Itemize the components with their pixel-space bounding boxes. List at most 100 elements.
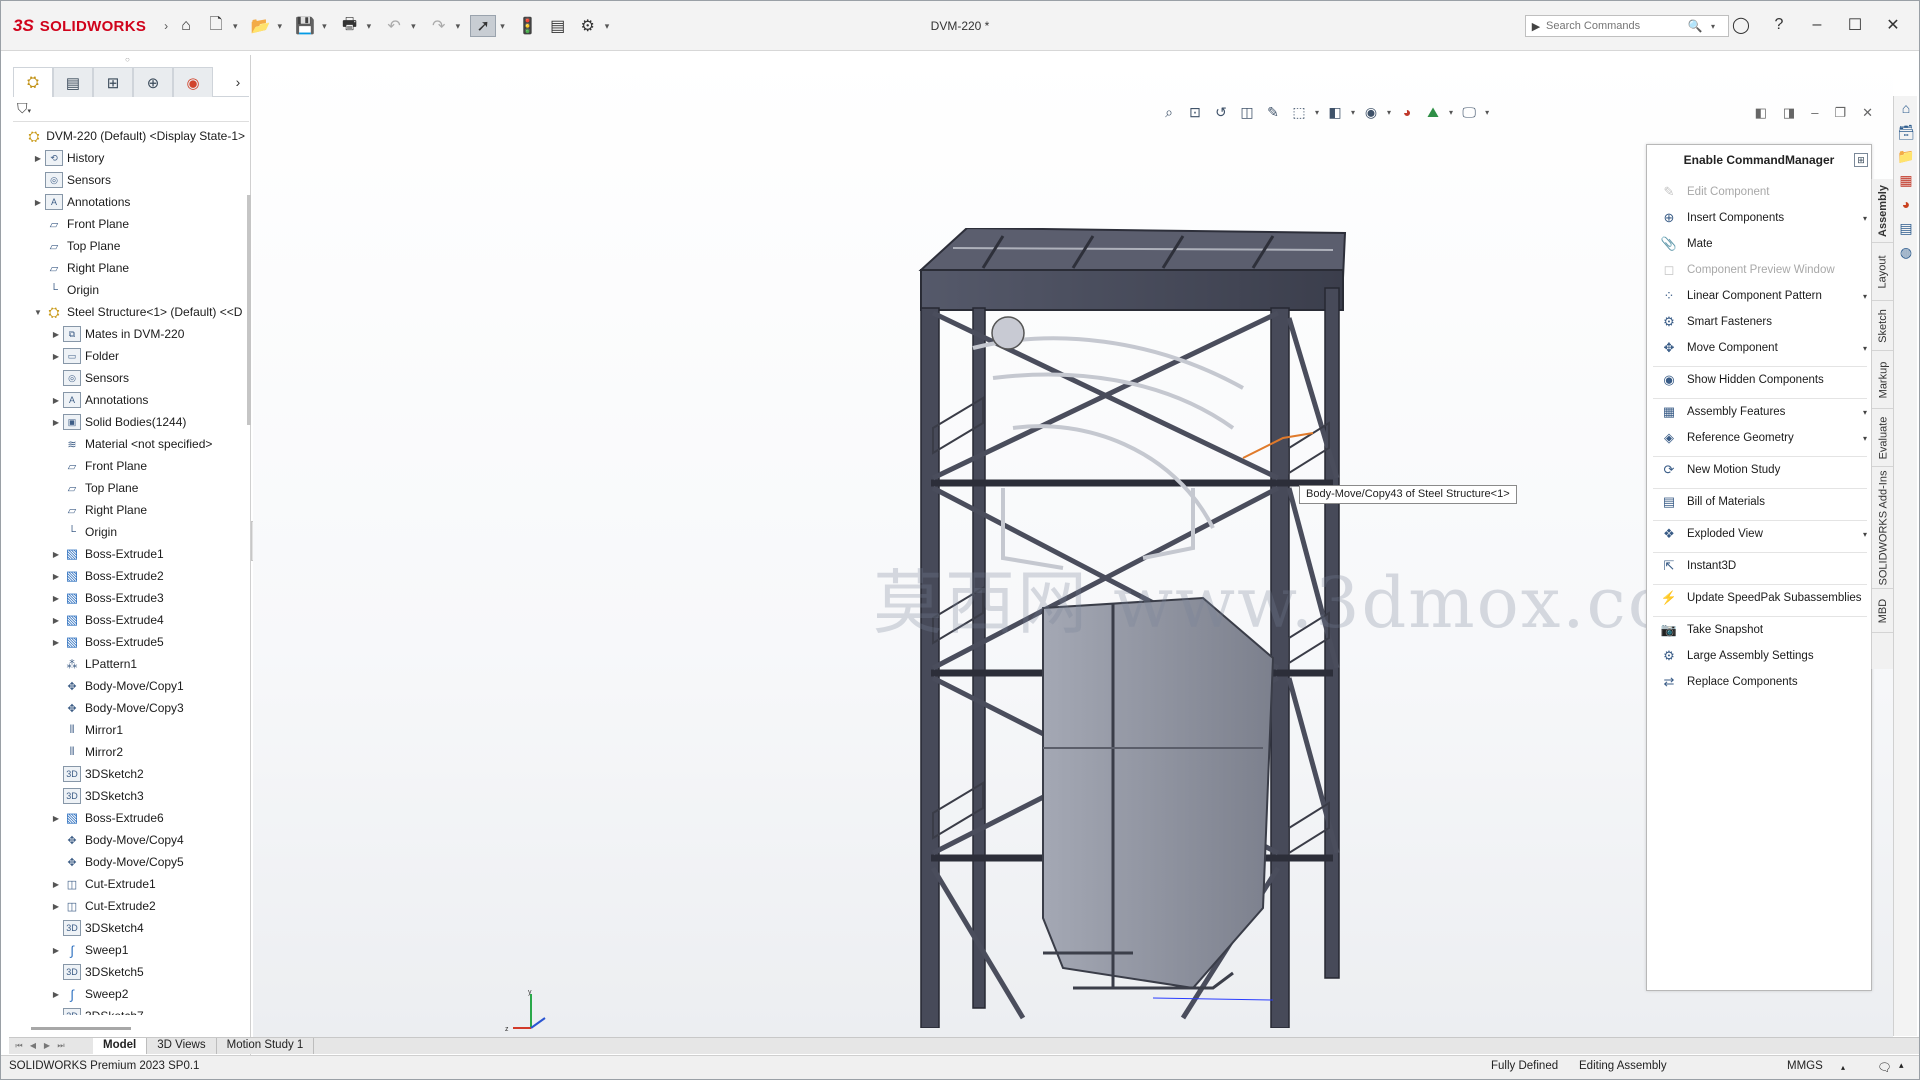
tree-item[interactable]: 3D 3DSketch2 bbox=[9, 763, 245, 785]
tab-evaluate[interactable]: Evaluate bbox=[1872, 409, 1894, 467]
tree-item[interactable]: ≋ Material <not specified> bbox=[9, 433, 245, 455]
tree-item[interactable]: ▱ Top Plane bbox=[9, 477, 245, 499]
tree-item[interactable]: ▶ ▧ Boss-Extrude2 bbox=[9, 565, 245, 587]
tab-sketch[interactable]: Sketch bbox=[1872, 301, 1894, 351]
tab-configuration-manager[interactable]: ⊞ bbox=[93, 67, 133, 97]
viewport-split-left-icon[interactable]: ◧ bbox=[1755, 105, 1767, 121]
open-dropdown-icon[interactable]: ▾ bbox=[278, 21, 283, 32]
tree-item[interactable]: 3D 3DSketch4 bbox=[9, 917, 245, 939]
design-library-icon[interactable]: 🗃 bbox=[1896, 122, 1916, 142]
command-instant3d[interactable]: ⇱ Instant3D bbox=[1653, 553, 1867, 579]
options-dropdown-icon[interactable]: ▾ bbox=[605, 21, 610, 32]
tab-dimxpert-manager[interactable]: ⊕ bbox=[133, 67, 173, 97]
prev-tab-icon[interactable]: ◀ bbox=[27, 1041, 39, 1051]
close-icon[interactable]: ✕ bbox=[1883, 15, 1903, 35]
tree-item[interactable]: ▶ A Annotations bbox=[9, 191, 245, 213]
minimize-icon[interactable]: – bbox=[1807, 16, 1827, 34]
tree-item[interactable]: ▶ ∫ Sweep2 bbox=[9, 983, 245, 1005]
expand-arrow-icon[interactable]: ▶ bbox=[49, 352, 63, 361]
next-tab-icon[interactable]: ▶ bbox=[41, 1041, 53, 1051]
expand-arrow-icon[interactable]: ▶ bbox=[31, 154, 45, 163]
expand-arrow-icon[interactable]: ▶ bbox=[49, 946, 63, 955]
undo-dropdown-icon[interactable]: ▾ bbox=[411, 21, 416, 32]
tree-item[interactable]: ▶ ▣ Solid Bodies(1244) bbox=[9, 411, 245, 433]
expand-arrow-icon[interactable]: ▶ bbox=[31, 198, 45, 207]
tab-model[interactable]: Model bbox=[93, 1038, 148, 1054]
hide-show-dropdown-icon[interactable]: ▾ bbox=[1387, 108, 1391, 117]
custom-properties-icon[interactable]: ▤ bbox=[1896, 218, 1916, 238]
tab-markup[interactable]: Markup bbox=[1872, 351, 1894, 409]
options-gear-icon[interactable]: ⚙ bbox=[575, 15, 601, 37]
tree-item[interactable]: ▶ ◫ Cut-Extrude1 bbox=[9, 873, 245, 895]
tab-layout[interactable]: Layout bbox=[1872, 243, 1894, 301]
filter-icon[interactable]: ⛉ bbox=[17, 100, 28, 116]
menu-expand-icon[interactable]: › bbox=[164, 19, 168, 33]
search-dropdown-icon[interactable]: ▾ bbox=[1704, 22, 1722, 31]
last-tab-icon[interactable]: ⏭ bbox=[55, 1041, 67, 1051]
command-reference-geometry[interactable]: ◈ Reference Geometry ▾ bbox=[1653, 425, 1867, 451]
search-type-icon[interactable]: ▶ bbox=[1526, 20, 1546, 33]
tree-item[interactable]: ▶ ▭ Folder bbox=[9, 345, 245, 367]
tree-item[interactable]: ✥ Body-Move/Copy3 bbox=[9, 697, 245, 719]
tree-item[interactable]: ⛭ DVM-220 (Default) <Display State-1> bbox=[9, 125, 245, 147]
command-dropdown-icon[interactable]: ▾ bbox=[1863, 434, 1867, 443]
view-orientation-icon[interactable]: ⬚ bbox=[1289, 102, 1309, 122]
tree-item[interactable]: ▶ ⧉ Mates in DVM-220 bbox=[9, 323, 245, 345]
tree-item[interactable]: ⁂ LPattern1 bbox=[9, 653, 245, 675]
open-folder-icon[interactable]: 📂 bbox=[248, 15, 274, 37]
tab-3d-views[interactable]: 3D Views bbox=[147, 1038, 217, 1054]
save-dropdown-icon[interactable]: ▾ bbox=[322, 21, 327, 32]
tree-item[interactable]: └ Origin bbox=[9, 279, 245, 301]
tree-item[interactable]: ◎ Sensors bbox=[9, 367, 245, 389]
command-smart-fasteners[interactable]: ⚙ Smart Fasteners bbox=[1653, 309, 1867, 335]
previous-view-icon[interactable]: ↺ bbox=[1211, 102, 1231, 122]
viewport-split-right-icon[interactable]: ◨ bbox=[1783, 105, 1795, 121]
tree-item[interactable]: ▼ ⛭ Steel Structure<1> (Default) <<D bbox=[9, 301, 245, 323]
command-move-component[interactable]: ✥ Move Component ▾ bbox=[1653, 335, 1867, 361]
more-tabs-chevron-icon[interactable]: › bbox=[227, 67, 249, 96]
apply-scene-dropdown-icon[interactable]: ▾ bbox=[1449, 108, 1453, 117]
view-settings-dropdown-icon[interactable]: ▾ bbox=[1485, 108, 1489, 117]
view-palette-icon[interactable]: ▦ bbox=[1896, 170, 1916, 190]
select-dropdown-icon[interactable]: ▾ bbox=[500, 21, 505, 32]
save-icon[interactable]: 💾 bbox=[292, 15, 318, 37]
command-replace-components[interactable]: ⇄ Replace Components bbox=[1653, 669, 1867, 695]
tree-item[interactable]: ▱ Front Plane bbox=[9, 213, 245, 235]
maximize-icon[interactable]: ☐ bbox=[1845, 15, 1865, 35]
expand-arrow-icon[interactable]: ▶ bbox=[49, 638, 63, 647]
command-show-hidden-components[interactable]: ◉ Show Hidden Components bbox=[1653, 367, 1867, 393]
tree-item[interactable]: ▶ ⟲ History bbox=[9, 147, 245, 169]
appearances-icon[interactable]: ◕ bbox=[1896, 194, 1916, 214]
command-large-assembly-settings[interactable]: ⚙ Large Assembly Settings bbox=[1653, 643, 1867, 669]
command-mate[interactable]: 📎 Mate bbox=[1653, 231, 1867, 257]
tree-item[interactable]: ▶ A Annotations bbox=[9, 389, 245, 411]
tree-item[interactable]: ▶ ▧ Boss-Extrude4 bbox=[9, 609, 245, 631]
tree-item[interactable]: ▶ ▧ Boss-Extrude3 bbox=[9, 587, 245, 609]
section-view-icon[interactable]: ◫ bbox=[1237, 102, 1257, 122]
viewport-restore-icon[interactable]: ❐ bbox=[1834, 105, 1846, 121]
print-icon[interactable]: 🖶 bbox=[337, 15, 363, 37]
tree-filter[interactable]: ⛉▾ bbox=[13, 100, 249, 122]
unit-system[interactable]: MMGS bbox=[1787, 1060, 1823, 1072]
filter-dropdown-icon[interactable]: ▾ bbox=[28, 108, 32, 115]
expand-arrow-icon[interactable]: ▶ bbox=[49, 616, 63, 625]
command-linear-component-pattern[interactable]: ⁘ Linear Component Pattern ▾ bbox=[1653, 283, 1867, 309]
search-icon[interactable]: 🔍 bbox=[1686, 19, 1704, 33]
tree-scrollbar[interactable] bbox=[247, 195, 251, 425]
tree-horizontal-scrollbar[interactable] bbox=[31, 1027, 131, 1030]
edit-appearance-icon[interactable]: ◕ bbox=[1397, 102, 1417, 122]
expand-arrow-icon[interactable]: ▶ bbox=[49, 418, 63, 427]
command-dropdown-icon[interactable]: ▾ bbox=[1863, 530, 1867, 539]
undo-icon[interactable]: ↶ bbox=[381, 15, 407, 37]
display-style-dropdown-icon[interactable]: ▾ bbox=[1351, 108, 1355, 117]
expand-arrow-icon[interactable]: ▶ bbox=[49, 880, 63, 889]
tree-item[interactable]: 3D 3DSketch7 bbox=[9, 1005, 245, 1015]
first-tab-icon[interactable]: ⏮ bbox=[13, 1041, 25, 1051]
file-explorer-icon[interactable]: 📁 bbox=[1896, 146, 1916, 166]
tree-item[interactable]: └ Origin bbox=[9, 521, 245, 543]
tab-property-manager[interactable]: ▤ bbox=[53, 67, 93, 97]
status-expand-icon[interactable]: ▴ bbox=[1899, 1060, 1904, 1071]
tree-item[interactable]: ▶ ◫ Cut-Extrude2 bbox=[9, 895, 245, 917]
print-dropdown-icon[interactable]: ▾ bbox=[367, 21, 372, 32]
command-bill-of-materials[interactable]: ▤ Bill of Materials bbox=[1653, 489, 1867, 515]
